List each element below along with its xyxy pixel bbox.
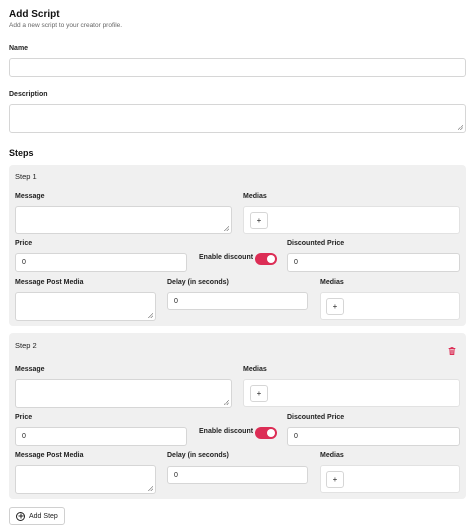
medias-box: + — [243, 379, 460, 407]
add-media-button[interactable]: + — [250, 385, 268, 402]
message-label: Message — [15, 366, 45, 373]
discounted-price-input[interactable]: 0 — [287, 253, 460, 272]
post-medias-box: + — [320, 465, 460, 493]
discounted-price-label: Discounted Price — [287, 414, 345, 421]
name-input[interactable] — [9, 58, 466, 77]
add-media-button[interactable]: + — [250, 212, 268, 229]
post-media-textarea[interactable] — [15, 465, 156, 494]
post-medias-label: Medias — [320, 452, 344, 459]
page-title: Add Script — [9, 9, 60, 20]
delay-input[interactable]: 0 — [167, 466, 308, 484]
resize-grip-icon[interactable] — [458, 125, 463, 130]
enable-discount-label: Enable discount — [199, 254, 254, 261]
price-input[interactable]: 0 — [15, 253, 187, 272]
add-step-label: Add Step — [29, 512, 58, 520]
add-post-media-button[interactable]: + — [326, 298, 344, 315]
price-label: Price — [15, 240, 33, 247]
add-step-button[interactable]: Add Step — [9, 507, 65, 525]
resize-grip-icon[interactable] — [224, 226, 229, 231]
price-label: Price — [15, 414, 33, 421]
step-title: Step 1 — [15, 172, 37, 181]
enable-discount-toggle[interactable] — [255, 427, 277, 439]
resize-grip-icon[interactable] — [148, 486, 153, 491]
add-post-media-button[interactable]: + — [326, 471, 344, 488]
delay-label: Delay (in seconds) — [167, 452, 229, 459]
resize-grip-icon[interactable] — [224, 400, 229, 405]
post-media-label: Message Post Media — [15, 279, 84, 286]
post-medias-label: Medias — [320, 279, 344, 286]
plus-circle-icon — [16, 511, 25, 521]
toggle-knob — [267, 255, 275, 263]
page-subtitle: Add a new script to your creator profile… — [9, 22, 123, 29]
description-label: Description — [9, 91, 48, 98]
description-textarea[interactable] — [9, 104, 466, 133]
message-label: Message — [15, 193, 45, 200]
delay-input[interactable]: 0 — [167, 292, 308, 310]
resize-grip-icon[interactable] — [148, 313, 153, 318]
step-title: Step 2 — [15, 341, 37, 350]
discounted-price-label: Discounted Price — [287, 240, 345, 247]
enable-discount-label: Enable discount — [199, 428, 254, 435]
discounted-price-input[interactable]: 0 — [287, 427, 460, 446]
price-input[interactable]: 0 — [15, 427, 187, 446]
toggle-knob — [267, 429, 275, 437]
medias-label: Medias — [243, 193, 267, 200]
trash-icon[interactable] — [447, 343, 457, 355]
name-label: Name — [9, 45, 29, 52]
message-textarea[interactable] — [15, 379, 232, 408]
medias-label: Medias — [243, 366, 267, 373]
post-media-label: Message Post Media — [15, 452, 84, 459]
enable-discount-toggle[interactable] — [255, 253, 277, 265]
medias-box: + — [243, 206, 460, 234]
post-media-textarea[interactable] — [15, 292, 156, 321]
message-textarea[interactable] — [15, 206, 232, 234]
steps-heading: Steps — [9, 148, 34, 158]
post-medias-box: + — [320, 292, 460, 320]
delay-label: Delay (in seconds) — [167, 279, 229, 286]
